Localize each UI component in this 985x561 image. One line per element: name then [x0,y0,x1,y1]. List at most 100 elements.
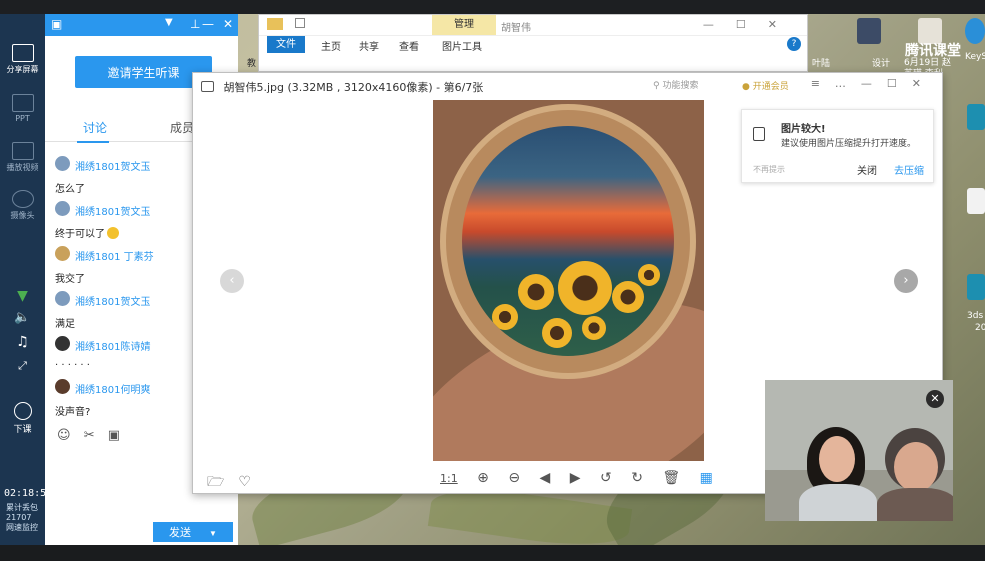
message-text: 终于可以了 [55,229,105,240]
viewer-toolbar: 1:1 ⊕ ⊖ ◀ ▶ ↺ ↻ 🗑 ▦ [440,470,728,486]
rotate-right-icon[interactable]: ↻ [631,470,643,486]
ppt-tool[interactable]: PPT [0,94,45,123]
3ds-label-sub: 20 [975,323,985,333]
compress-link[interactable]: 去压缩 [894,162,924,177]
sender-name[interactable]: 湘绣1801贺文玉 [75,207,150,218]
play-video-tool[interactable]: 播放视频 [0,142,45,173]
emoji-picker-icon[interactable]: ☺ [57,428,71,443]
next-image-button[interactable]: › [894,269,918,293]
notice-title: 图片较大! [781,124,826,135]
end-class-label: 下课 [13,425,32,435]
viewer-bottom-left-tools: 🗁 ♡ [207,471,265,495]
message-text: 怎么了 [55,184,85,195]
webcam-video[interactable]: ✕ [765,380,953,521]
next-circle-icon[interactable]: ▶ [570,470,581,486]
open-folder-icon[interactable]: 🗁 [207,474,224,490]
fullscreen-icon[interactable]: ⤢ [0,359,45,373]
3ds-max-icon[interactable] [967,274,985,300]
play-video-icon [11,142,34,160]
quick-access-icon[interactable] [295,18,305,28]
chat-message: 湘绣1801 丁素芬 我交了 [55,246,154,285]
avatar [55,336,70,351]
send-button[interactable]: 发送 ▼ [153,522,233,542]
vip-button[interactable]: ● 开通会员 [742,79,789,92]
camera-tool[interactable]: 摄像头 [0,190,45,221]
sender-name[interactable]: 湘绣1801何明爽 [75,385,150,396]
desktop-app-icon[interactable] [967,104,985,130]
previous-image-button[interactable]: ‹ [220,269,244,293]
sender-name[interactable]: 湘绣1801陈诗婧 [75,342,150,353]
desktop-icon-label[interactable]: 叶陆 [812,56,830,69]
desktop-icon-label[interactable]: 教 [247,56,256,69]
large-image-notice: 图片较大! 建议使用图片压缩提升打开速度。 不再提示 关闭 去压缩 [741,109,934,183]
manage-tab[interactable]: 管理 [432,15,496,35]
speaker-icon[interactable]: 🔈 [0,310,45,325]
favorite-heart-icon[interactable]: ♡ [238,474,251,490]
send-options-chevron-icon[interactable]: ▼ [209,529,217,538]
sender-name[interactable]: 湘绣1801贺文玉 [75,297,150,308]
tab-view[interactable]: 查看 [399,38,419,53]
photo-sunflower [492,304,518,330]
minimize-icon[interactable]: — [202,17,214,31]
embroidery-photo [433,100,704,461]
explorer-window-controls[interactable]: —☐✕ [703,18,799,31]
close-icon[interactable]: ✕ [223,17,233,31]
desktop-top-strip [0,0,985,14]
picture-icon [201,81,214,92]
desktop-app-icon[interactable] [857,18,881,44]
sender-name[interactable]: 湘绣1801贺文玉 [75,162,150,173]
zoom-in-icon[interactable]: ⊕ [477,470,489,486]
desktop-icon-label[interactable]: 设计 [872,56,890,69]
sender-name[interactable]: 湘绣1801 丁素芬 [75,252,154,263]
3ds-label[interactable]: 3ds [967,311,983,321]
function-search-input[interactable]: ⚲ 功能搜索 [647,78,727,94]
scissors-icon[interactable]: ✂ [84,428,95,443]
photo-embroidery-fabric [462,126,674,356]
avatar [55,291,70,306]
tab-members[interactable]: 成员 [170,119,194,136]
message-text: 没声音? [55,407,91,418]
stats-value-loss: 21707 [6,513,32,522]
tab-home[interactable]: 主页 [321,38,341,53]
ppt-icon [11,94,34,112]
ppt-label: PPT [15,114,30,123]
help-icon[interactable]: ? [787,37,801,51]
chat-title-bar: ▣ ▼ ⊥ — ✕ [45,14,238,36]
actual-size-button[interactable]: 1:1 [440,472,458,485]
photo-sunflower [612,281,644,313]
thumbnail-grid-icon[interactable]: ▦ [700,470,713,486]
end-class-tool[interactable]: 下课 [0,402,45,435]
viewer-title: 胡智伟5.jpg (3.32MB , 3120x4160像素) - 第6/7张 [201,79,483,95]
share-screen-icon [11,44,34,62]
delete-icon[interactable]: 🗑 [662,470,680,486]
dont-show-again-link[interactable]: 不再提示 [753,164,785,175]
stats-label-speed: 网速监控 [6,523,38,532]
chevron-down-icon[interactable]: ▼ [165,17,173,28]
tab-picture-tools[interactable]: 图片工具 [442,38,482,53]
previous-circle-icon[interactable]: ◀ [540,470,551,486]
tab-share[interactable]: 共享 [359,38,379,53]
tab-discussion[interactable]: 讨论 [76,119,110,143]
file-tab[interactable]: 文件 [267,36,305,53]
pin-icon[interactable]: ⊥ [190,17,200,31]
music-icon[interactable]: ♫ [0,334,45,350]
rotate-left-icon[interactable]: ↺ [600,470,612,486]
webcam-person-face [819,436,855,482]
notice-close-button[interactable]: 关闭 [857,162,877,177]
share-screen-tool[interactable]: 分享屏幕 [0,44,45,75]
mic-icon[interactable]: ▼ [0,288,45,304]
zoom-out-icon[interactable]: ⊖ [508,470,520,486]
photo-sunflower [638,264,660,286]
image-icon[interactable]: ▣ [108,428,120,443]
photo-sunflower [542,318,572,348]
close-icon[interactable]: ✕ [926,390,944,408]
desktop-app-icon[interactable] [967,188,985,214]
keyshot-label[interactable]: KeyS [965,52,985,62]
camera-label: 摄像头 [10,211,35,220]
photo-sunflower [558,261,612,315]
camera-icon [11,190,34,208]
desktop-app-icon[interactable] [965,18,985,44]
send-button-label: 发送 [169,527,192,539]
viewer-window-controls[interactable]: ≡…—☐✕ [811,77,936,90]
app-logo-icon: ▣ [51,17,63,31]
